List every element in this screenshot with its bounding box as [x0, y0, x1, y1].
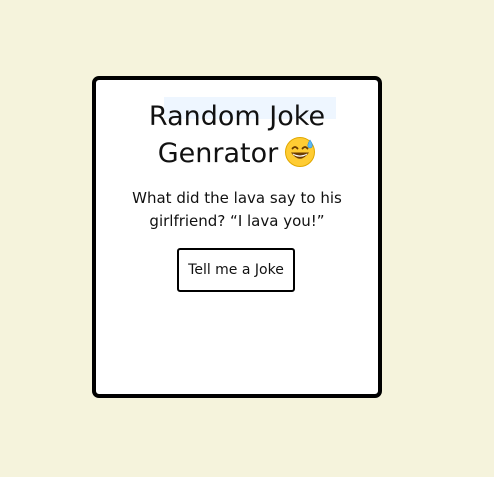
title-line-1: Random Joke: [148, 101, 326, 132]
title-line-2-text: Genrator: [157, 138, 279, 169]
grinning-face-with-sweat-icon: [285, 137, 316, 167]
title-line-2: Genrator: [96, 135, 378, 172]
joke-card: Random Joke Genrator What did the lava s…: [92, 76, 382, 398]
joke-text: What did the lava say to his girlfriend?…: [132, 189, 342, 230]
page-title: Random Joke Genrator: [96, 98, 378, 172]
tell-joke-button[interactable]: Tell me a Joke: [177, 248, 295, 292]
